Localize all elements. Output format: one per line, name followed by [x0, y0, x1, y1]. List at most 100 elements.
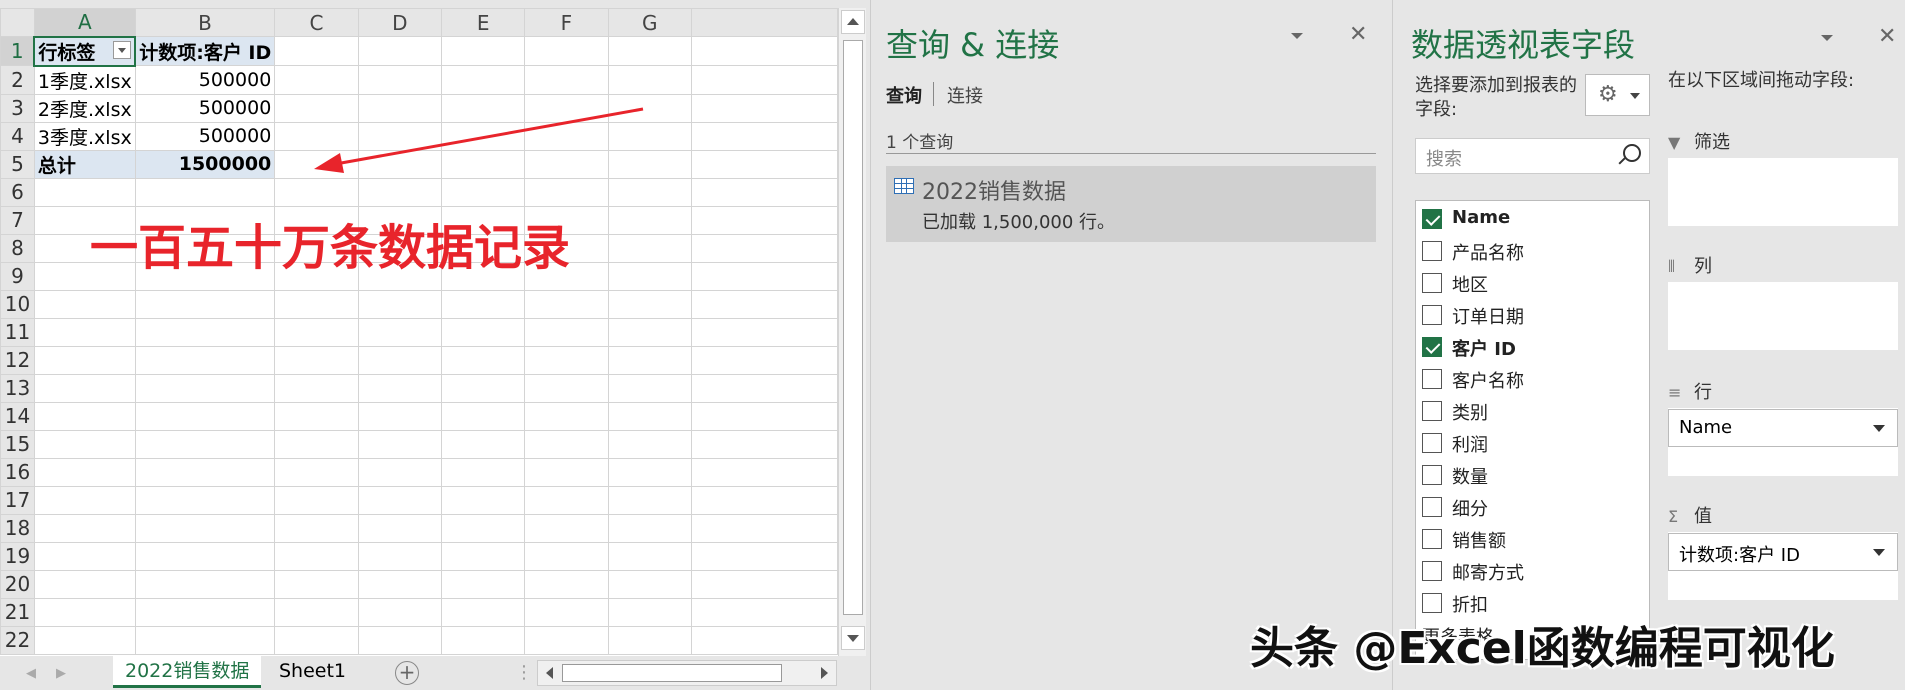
cell[interactable] — [33, 457, 136, 487]
cell-b2[interactable]: 500000 — [134, 65, 276, 95]
column-header-a[interactable]: A — [33, 8, 136, 38]
row-header[interactable]: 16 — [0, 457, 35, 487]
cell[interactable] — [357, 345, 443, 375]
checkbox[interactable] — [1422, 593, 1442, 613]
cell[interactable] — [690, 261, 838, 291]
cell[interactable] — [690, 569, 838, 599]
cell[interactable] — [440, 569, 526, 599]
column-header-g[interactable]: G — [607, 8, 692, 37]
cell[interactable] — [134, 289, 276, 319]
filter-drop-area[interactable] — [1668, 158, 1898, 226]
row-header[interactable]: 14 — [0, 401, 35, 431]
cell[interactable] — [274, 625, 359, 655]
cell[interactable] — [357, 289, 443, 319]
cell[interactable] — [33, 317, 136, 347]
cell[interactable] — [33, 541, 136, 571]
cell[interactable] — [274, 429, 359, 459]
cell[interactable] — [33, 401, 136, 431]
cell[interactable] — [134, 457, 276, 487]
cell[interactable] — [607, 625, 692, 655]
cell[interactable] — [524, 569, 609, 599]
checkbox-checked[interactable] — [1422, 209, 1442, 229]
cell[interactable] — [690, 541, 838, 571]
sheet-tab-2022-sales[interactable]: 2022销售数据 — [113, 656, 262, 688]
next-sheet-icon[interactable]: ▶ — [56, 666, 66, 681]
sheet-tab-sheet1[interactable]: Sheet1 — [267, 656, 358, 688]
checkbox[interactable] — [1422, 305, 1442, 325]
cell[interactable] — [690, 177, 838, 207]
cell[interactable] — [607, 36, 692, 66]
cell[interactable] — [524, 541, 609, 571]
query-item[interactable]: 2022销售数据 已加载 1,500,000 行。 — [886, 166, 1376, 242]
row-header[interactable]: 4 — [0, 121, 35, 151]
cell[interactable] — [607, 233, 692, 263]
pane-options-chevron-icon[interactable] — [1289, 30, 1305, 42]
cell[interactable] — [607, 485, 692, 515]
cell[interactable] — [274, 65, 359, 95]
add-sheet-button[interactable]: + — [395, 661, 419, 685]
checkbox-checked[interactable] — [1422, 337, 1442, 357]
cell[interactable] — [524, 625, 609, 655]
cell[interactable] — [134, 625, 276, 655]
filter-dropdown-icon[interactable] — [113, 40, 132, 59]
row-header[interactable]: 20 — [0, 569, 35, 599]
rows-field-pill[interactable]: Name — [1668, 409, 1898, 447]
cell[interactable] — [440, 429, 526, 459]
cell[interactable] — [690, 485, 838, 515]
cell[interactable] — [274, 345, 359, 375]
cell[interactable] — [357, 625, 443, 655]
cell[interactable] — [357, 36, 443, 66]
horizontal-scroll-thumb[interactable] — [562, 664, 782, 682]
cell[interactable] — [274, 289, 359, 319]
cell-a3[interactable]: 2季度.xlsx — [33, 93, 136, 123]
cell-b1[interactable]: 计数项:客户 ID — [134, 36, 276, 66]
row-header[interactable]: 19 — [0, 541, 35, 571]
row-header[interactable]: 1 — [0, 36, 36, 66]
row-header[interactable]: 12 — [0, 345, 35, 375]
row-header[interactable]: 13 — [0, 373, 35, 403]
row-header[interactable]: 9 — [0, 261, 35, 291]
field-settings-button[interactable]: ⚙ — [1585, 74, 1650, 116]
cell-a2[interactable]: 1季度.xlsx — [33, 65, 136, 95]
cell[interactable] — [274, 485, 359, 515]
cell[interactable] — [440, 36, 526, 66]
cell[interactable] — [607, 541, 692, 571]
cell[interactable] — [607, 317, 692, 347]
cell[interactable] — [690, 429, 838, 459]
cell-a1[interactable]: 行标签 — [33, 35, 137, 67]
cell-grid[interactable]: A B C D E F G 1 行标签 计数项:客户 ID 2 1季度.xlsx… — [0, 8, 838, 656]
cell[interactable] — [607, 261, 692, 291]
cell[interactable] — [134, 541, 276, 571]
field-list[interactable]: Name 产品名称 地区 订单日期 客户 ID 客户名称 类别 利润 数量 细分… — [1415, 200, 1650, 660]
cell[interactable] — [607, 289, 692, 319]
cell[interactable] — [690, 513, 838, 543]
checkbox[interactable] — [1422, 241, 1442, 261]
cell[interactable] — [33, 429, 136, 459]
row-header[interactable]: 8 — [0, 233, 35, 263]
row-header[interactable]: 21 — [0, 597, 35, 627]
cell[interactable] — [274, 36, 359, 66]
cell[interactable] — [134, 597, 276, 627]
cell[interactable] — [607, 597, 692, 627]
cell[interactable] — [690, 36, 838, 66]
cell[interactable] — [524, 485, 609, 515]
row-header[interactable]: 15 — [0, 429, 35, 459]
cell[interactable] — [690, 401, 838, 431]
cell[interactable] — [690, 93, 838, 123]
cell[interactable] — [607, 205, 692, 235]
columns-drop-area[interactable] — [1668, 282, 1898, 350]
checkbox[interactable] — [1422, 369, 1442, 389]
cell[interactable] — [357, 317, 443, 347]
cell[interactable] — [524, 36, 609, 66]
cell[interactable] — [134, 177, 276, 207]
cell[interactable] — [607, 345, 692, 375]
cell[interactable] — [357, 401, 443, 431]
cell[interactable] — [607, 401, 692, 431]
vertical-scrollbar[interactable] — [838, 8, 866, 656]
checkbox[interactable] — [1422, 401, 1442, 421]
checkbox[interactable] — [1422, 433, 1442, 453]
checkbox[interactable] — [1422, 561, 1442, 581]
cell[interactable] — [690, 625, 838, 655]
cell[interactable] — [524, 597, 609, 627]
vertical-scroll-thumb[interactable] — [843, 40, 863, 615]
